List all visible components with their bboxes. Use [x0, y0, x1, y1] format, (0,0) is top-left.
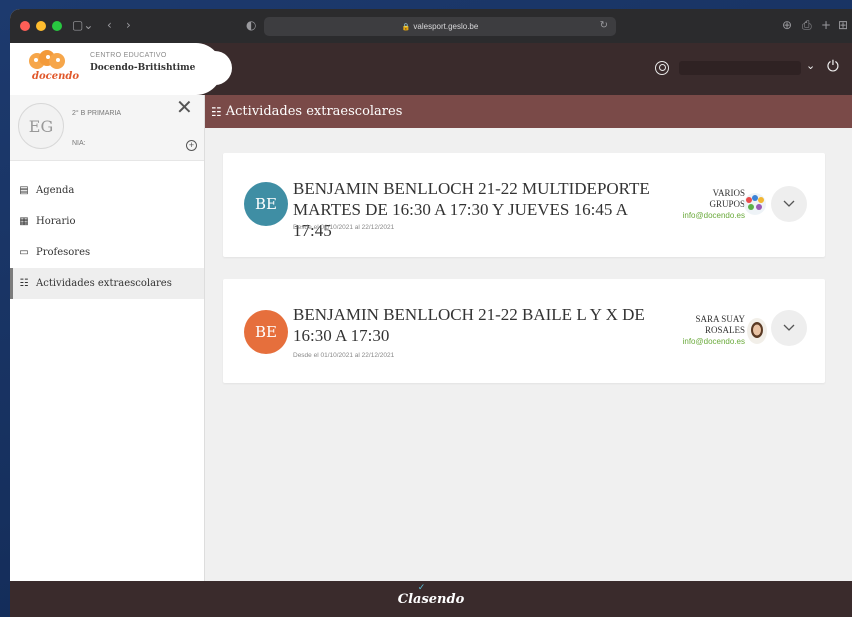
sidebar-item-label: Profesores: [36, 247, 91, 258]
student-nia: NIA:: [72, 140, 86, 147]
zoom-window-button[interactable]: [52, 21, 62, 31]
logo-area[interactable]: docendo CENTRO EDUCATIVO Docendo-British…: [10, 43, 232, 95]
footer-brand-text: Clasendo: [397, 591, 465, 607]
schedule-icon: ▦: [19, 216, 29, 227]
download-icon[interactable]: ⊕: [782, 18, 792, 32]
chevron-down-icon: [783, 324, 795, 331]
add-student-icon[interactable]: +: [186, 140, 197, 151]
logo-text: docendo: [32, 71, 80, 82]
center-name: Docendo-Britishtime: [90, 63, 196, 73]
lock-icon: 🔒: [401, 23, 411, 31]
checkmark-icon: ✓: [417, 582, 426, 593]
reload-icon[interactable]: ↻: [600, 20, 608, 31]
chevron-down-icon[interactable]: ⌄: [806, 59, 815, 72]
sidebar-toggle-icon[interactable]: ▢⌄: [72, 18, 93, 32]
sidebar-item-horario[interactable]: ▦ Horario: [10, 206, 204, 237]
center-label: CENTRO EDUCATIVO: [90, 52, 167, 59]
teacher-name-line1: SARA SUAY: [695, 314, 745, 324]
section-header: ☷ Actividades extraescolares: [205, 95, 852, 128]
calendar-icon: ▤: [19, 185, 29, 196]
activity-card[interactable]: BE BENJAMIN BENLLOCH 21-22 MULTIDEPORTE …: [223, 153, 825, 257]
share-icon[interactable]: ⎙: [802, 18, 812, 33]
close-window-button[interactable]: [20, 21, 30, 31]
activity-dates: Desde el 01/10/2021 al 22/12/2021: [293, 352, 395, 359]
footer-brand: Clasendo ✓: [397, 583, 465, 607]
activity-avatar: BE: [244, 182, 288, 226]
address-bar[interactable]: 🔒 valesport.geslo.be ↻: [264, 17, 616, 36]
activity-title: BENJAMIN BENLLOCH 21-22 BAILE L Y X DE 1…: [293, 305, 645, 345]
activity-card[interactable]: BE BENJAMIN BENLLOCH 21-22 BAILE L Y X D…: [223, 279, 825, 383]
teacher-email[interactable]: info@docendo.es: [683, 210, 745, 221]
app-header: docendo CENTRO EDUCATIVO Docendo-British…: [10, 43, 852, 95]
sidebar: EG 2° B PRIMARIA NIA: ✕ + ▤ Agenda ▦ Hor…: [10, 95, 205, 581]
footer: Clasendo ✓: [10, 581, 852, 617]
activity-teacher: VARIOS GRUPOS info@docendo.es: [683, 188, 745, 221]
expand-button[interactable]: [771, 186, 807, 222]
url-text: valesport.geslo.be: [413, 22, 479, 31]
group-icon: [744, 193, 766, 215]
activity-avatar: BE: [244, 310, 288, 354]
sidebar-item-label: Agenda: [36, 185, 75, 196]
teachers-icon: ▭: [19, 247, 29, 258]
activity-title: BENJAMIN BENLLOCH 21-22 MULTIDEPORTE MAR…: [293, 179, 650, 240]
back-icon[interactable]: ‹: [107, 18, 112, 32]
sidebar-item-label: Horario: [36, 216, 76, 227]
browser-toolbar: ▢⌄ ‹ › ◐ 🔒 valesport.geslo.be ↻ ⊕ ⎙ + ⊞: [10, 9, 852, 43]
minimize-window-button[interactable]: [36, 21, 46, 31]
teacher-photo: [747, 318, 767, 344]
activities-icon: ☷: [19, 278, 29, 289]
student-profile: EG 2° B PRIMARIA NIA: ✕ +: [10, 95, 204, 161]
teacher-email[interactable]: info@docendo.es: [683, 336, 745, 347]
close-sidebar-icon[interactable]: ✕: [176, 95, 193, 119]
power-icon[interactable]: ⏻: [827, 57, 839, 75]
teacher-name-line1: VARIOS: [712, 188, 745, 198]
activity-dates: Desde el 01/10/2021 al 22/12/2021: [293, 224, 395, 231]
teacher-name-line2: GRUPOS: [709, 199, 745, 209]
tab-overview-icon[interactable]: ⊞: [838, 18, 848, 32]
sidebar-item-profesores[interactable]: ▭ Profesores: [10, 237, 204, 268]
activity-teacher: SARA SUAY ROSALES info@docendo.es: [683, 314, 745, 347]
sidebar-item-actividades[interactable]: ☷ Actividades extraescolares: [10, 268, 204, 299]
teacher-name-line2: ROSALES: [704, 325, 745, 335]
chevron-down-icon: [783, 200, 795, 207]
activities-list: BE BENJAMIN BENLLOCH 21-22 MULTIDEPORTE …: [205, 128, 852, 581]
user-name-redacted[interactable]: [679, 61, 801, 75]
new-tab-icon[interactable]: +: [821, 18, 831, 32]
shield-icon[interactable]: ◐: [246, 18, 256, 32]
sidebar-item-agenda[interactable]: ▤ Agenda: [10, 175, 204, 206]
window-controls: [20, 21, 62, 31]
sidebar-item-label: Actividades extraescolares: [36, 278, 172, 289]
page-title: Actividades extraescolares: [225, 104, 403, 119]
app-window: ▢⌄ ‹ › ◐ 🔒 valesport.geslo.be ↻ ⊕ ⎙ + ⊞ …: [10, 9, 852, 617]
avatar: EG: [18, 103, 64, 149]
activities-icon: ☷: [211, 104, 222, 119]
student-grade: 2° B PRIMARIA: [72, 110, 122, 117]
user-circle-icon[interactable]: [655, 61, 669, 75]
sidebar-nav: ▤ Agenda ▦ Horario ▭ Profesores ☷ Activi…: [10, 175, 204, 299]
docendo-logo-icon: [29, 50, 65, 69]
forward-icon[interactable]: ›: [126, 18, 131, 32]
expand-button[interactable]: [771, 310, 807, 346]
